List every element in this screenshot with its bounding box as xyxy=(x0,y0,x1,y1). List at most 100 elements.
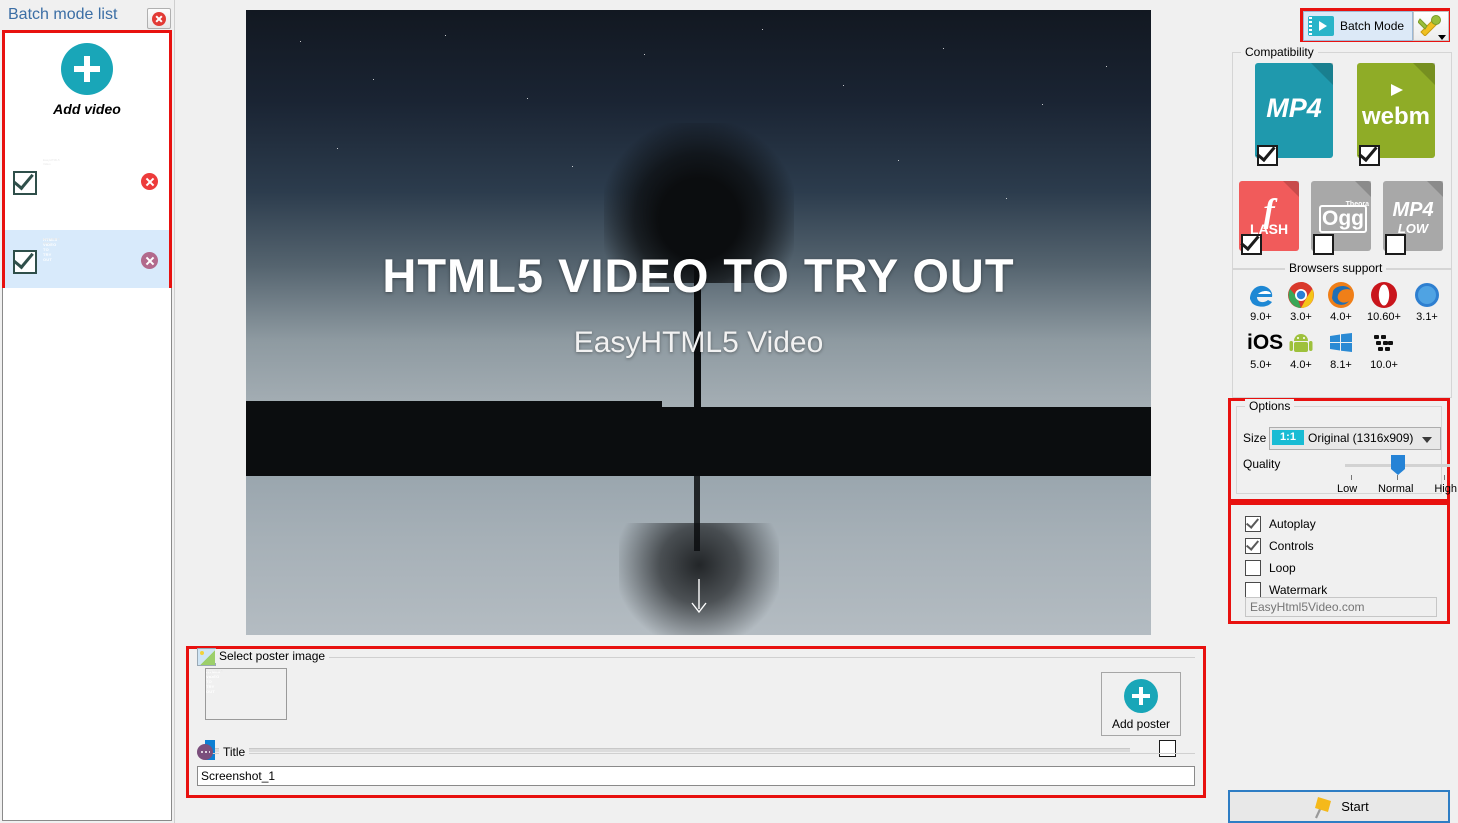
compatibility-label: Compatibility xyxy=(1241,45,1318,59)
toggle-label: Watermark xyxy=(1269,583,1328,597)
firefox-icon xyxy=(1327,281,1355,309)
format-webm-checkbox[interactable] xyxy=(1359,145,1380,166)
caret-down-icon xyxy=(1438,35,1446,40)
size-label: Size xyxy=(1243,431,1267,445)
browser-version: 10.60+ xyxy=(1367,311,1401,323)
format-ogg-checkbox[interactable] xyxy=(1313,234,1334,255)
format-label: webm xyxy=(1361,103,1430,130)
batch-mode-toolbar: Batch Mode xyxy=(1300,8,1450,42)
format-sublabel: Theora xyxy=(1345,201,1369,208)
browser-chrome: 3.0+ xyxy=(1281,281,1321,323)
quality-slider[interactable] xyxy=(1345,455,1450,480)
browser-version: 3.1+ xyxy=(1416,311,1438,323)
size-ratio-badge: 1:1 xyxy=(1272,430,1304,445)
title-label: Title xyxy=(219,745,250,759)
wrench-screwdriver-icon xyxy=(1417,15,1442,37)
compatibility-group: Compatibility MP4 webm f LASH Ogg Theora xyxy=(1232,45,1452,270)
poster-thumbnail[interactable]: HTML5 VIDEO TO TRY OUT EasyHTML5 Video xyxy=(205,668,287,720)
blackberry-icon xyxy=(1370,329,1398,357)
select-poster-label: Select poster image xyxy=(215,649,330,663)
batch-video-list: Add video HTML5 VIDEO TO TRY OUT EasyHTM… xyxy=(2,30,172,292)
batch-mode-list-title: Batch mode list xyxy=(8,6,118,23)
browser-version: 4.0+ xyxy=(1290,359,1312,371)
android-icon xyxy=(1287,329,1315,357)
start-label: Start xyxy=(1341,799,1369,814)
film-strip-icon xyxy=(1308,16,1334,36)
list-item[interactable]: HTML5 VIDEO TO TRY OUT EasyHTML5 Video xyxy=(5,230,169,292)
quality-tick-low: Low xyxy=(1337,483,1358,495)
add-poster-button[interactable]: Add poster xyxy=(1101,672,1181,736)
format-mp4-low-checkbox[interactable] xyxy=(1385,234,1406,255)
preview-title: HTML5 VIDEO TO TRY OUT xyxy=(382,248,1015,302)
watermark-input[interactable] xyxy=(1245,597,1437,617)
format-flash[interactable]: f LASH xyxy=(1239,181,1299,255)
format-ogg[interactable]: Ogg Theora xyxy=(1311,181,1371,255)
flag-icon xyxy=(1309,794,1335,820)
loop-checkbox[interactable] xyxy=(1245,560,1261,576)
controls-checkbox[interactable] xyxy=(1245,538,1261,554)
close-circle-icon xyxy=(152,11,166,26)
add-poster-label: Add poster xyxy=(1111,717,1171,731)
slider-thumb[interactable] xyxy=(1391,455,1405,475)
format-flash-checkbox[interactable] xyxy=(1241,234,1262,255)
watermark-checkbox[interactable] xyxy=(1245,582,1261,598)
format-webm[interactable]: webm xyxy=(1357,63,1435,166)
preview-tree-trunk xyxy=(693,203,701,410)
tools-button[interactable] xyxy=(1413,11,1449,41)
toggle-label: Loop xyxy=(1269,561,1296,575)
select-poster-group: Select poster image HTML5 VIDEO TO TRY O… xyxy=(197,648,1195,760)
browser-android: 4.0+ xyxy=(1281,329,1321,371)
playback-options-section: Autoplay Controls Loop Watermark xyxy=(1228,502,1450,624)
video-item-checkbox[interactable] xyxy=(13,250,37,274)
format-mp4[interactable]: MP4 xyxy=(1255,63,1333,166)
options-label: Options xyxy=(1245,399,1295,413)
browser-safari: 3.1+ xyxy=(1407,281,1447,323)
delete-circle-icon[interactable] xyxy=(141,252,158,269)
opera-icon xyxy=(1370,281,1398,309)
size-select[interactable]: 1:1 Original (1316x909) xyxy=(1269,427,1441,450)
caret-down-icon xyxy=(1422,437,1432,443)
windows-icon xyxy=(1327,329,1355,357)
toggle-autoplay[interactable]: Autoplay xyxy=(1245,515,1316,533)
toggle-loop[interactable]: Loop xyxy=(1245,559,1296,577)
size-value: Original (1316x909) xyxy=(1308,431,1414,445)
preview-subtitle: EasyHTML5 Video xyxy=(573,325,824,359)
toggle-label: Controls xyxy=(1269,539,1314,553)
format-mp4-checkbox[interactable] xyxy=(1257,145,1278,166)
quality-tick-normal: Normal xyxy=(1378,483,1414,495)
browser-windows: 8.1+ xyxy=(1321,329,1361,371)
add-video-button[interactable]: Add video xyxy=(5,43,169,143)
chrome-icon xyxy=(1287,281,1315,309)
quality-tick-high: High xyxy=(1434,483,1457,495)
batch-mode-close-button[interactable] xyxy=(147,8,171,29)
title-group: Title xyxy=(197,744,1195,792)
browser-version: 4.0+ xyxy=(1330,311,1352,323)
batch-mode-button[interactable]: Batch Mode xyxy=(1303,11,1413,41)
browsers-support-group: Browsers support 9.0+ 3.0+ 4.0+ 10.60+ 3… xyxy=(1232,261,1452,398)
play-icon xyxy=(1391,84,1403,96)
video-item-checkbox[interactable] xyxy=(13,171,37,195)
start-button[interactable]: Start xyxy=(1228,790,1450,823)
autoplay-checkbox[interactable] xyxy=(1245,516,1261,532)
options-section: Options Size 1:1 Original (1316x909) Qua… xyxy=(1228,398,1457,502)
browsers-support-label: Browsers support xyxy=(1285,261,1387,275)
toggle-controls[interactable]: Controls xyxy=(1245,537,1314,555)
browser-blackberry: 10.0+ xyxy=(1361,329,1407,371)
quality-tick-labels: Low Normal High xyxy=(1337,483,1457,495)
quality-label: Quality xyxy=(1243,457,1281,471)
browser-ios: iOS 5.0+ xyxy=(1241,329,1284,371)
add-video-label: Add video xyxy=(53,101,121,117)
format-mp4-low[interactable]: MP4 LOW xyxy=(1383,181,1443,255)
browser-firefox: 4.0+ xyxy=(1321,281,1361,323)
comment-icon xyxy=(197,744,213,760)
ios-icon: iOS xyxy=(1247,331,1284,354)
format-label: MP4 xyxy=(1266,93,1322,123)
ie-icon xyxy=(1247,281,1275,309)
toggle-label: Autoplay xyxy=(1269,517,1316,531)
list-item[interactable]: HTML5 VIDEO TO TRY OUT EasyHTML5 Video xyxy=(5,151,169,213)
format-label: Ogg xyxy=(1319,205,1367,233)
browser-version: 9.0+ xyxy=(1250,311,1272,323)
video-preview[interactable]: HTML5 VIDEO TO TRY OUT EasyHTML5 Video xyxy=(246,10,1151,635)
title-input[interactable] xyxy=(197,766,1195,786)
delete-circle-icon[interactable] xyxy=(141,173,158,190)
